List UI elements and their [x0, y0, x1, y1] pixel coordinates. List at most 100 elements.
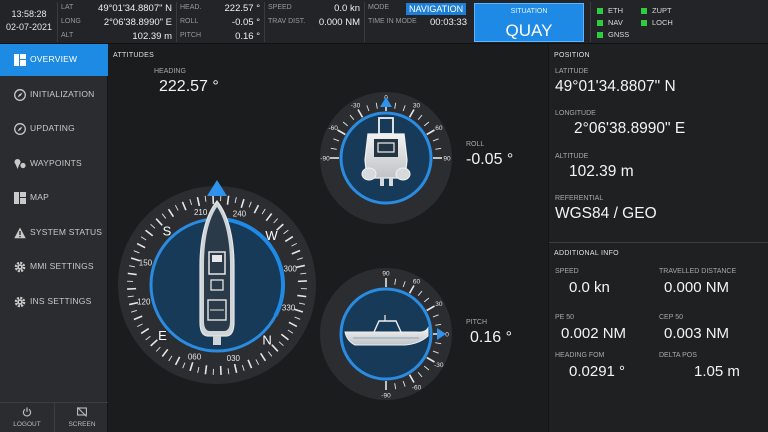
- mode-value: NAVIGATION: [406, 3, 467, 15]
- altitude-value: 102.39 m: [569, 163, 634, 180]
- alt-value: 102.39 m: [132, 31, 172, 42]
- logout-button[interactable]: LOGOUT: [0, 403, 54, 432]
- pitch-scale-label: -90: [381, 393, 391, 400]
- dashboard-icon: [14, 54, 26, 66]
- compass-number-label: 300: [284, 265, 298, 274]
- travelled-distance-value: 0.000 NM: [664, 279, 730, 296]
- info-panel: POSITION LATITUDE 49°01'34.8807" N LONGI…: [548, 44, 768, 432]
- roll-gauge: -90-60-300306090: [320, 92, 452, 224]
- speed-label: SPEED: [555, 268, 579, 275]
- divider: [549, 242, 768, 243]
- latitude-label: LATITUDE: [555, 68, 589, 75]
- head-label: HEAD.: [180, 4, 202, 11]
- roll-label: ROLL: [180, 18, 199, 25]
- trav-dist-value: 0.000 NM: [318, 17, 360, 28]
- status-led-icon: [597, 32, 603, 38]
- nav-label: UPDATING: [30, 123, 75, 133]
- status-led-icon: [597, 20, 603, 26]
- long-label: LONG: [61, 18, 81, 25]
- gear-icon: [14, 261, 26, 273]
- longitude-value: 2°06'38.8990" E: [574, 120, 686, 137]
- nav-label: SYSTEM STATUS: [30, 227, 103, 237]
- referential-value: WGS84 / GEO: [555, 205, 657, 222]
- additional-info-title: ADDITIONAL INFO: [554, 250, 619, 257]
- lat-value: 49°01'34.8807" N: [98, 3, 172, 14]
- power-icon: [22, 407, 32, 417]
- pitch-label: PITCH: [180, 32, 201, 39]
- nav-label: MAP: [30, 192, 50, 202]
- compass-cardinal-label: N: [262, 332, 271, 347]
- roll-scale-label: -90: [320, 156, 330, 163]
- status-bar: 13:58:28 02-07-2021 LAT 49°01'34.8807" N…: [0, 0, 768, 44]
- travelled-distance-label: TRAVELLED DISTANCE: [659, 268, 737, 275]
- cep50-label: CEP 50: [659, 314, 683, 321]
- divider: [57, 2, 58, 42]
- speed-value: 0.0 kn: [569, 279, 610, 296]
- mode-label: MODE: [368, 4, 389, 11]
- nav-label: MMI SETTINGS: [30, 261, 94, 271]
- altitude-label: ALTITUDE: [555, 153, 589, 160]
- pitch-scale-label: 60: [413, 279, 421, 286]
- alt-label: ALT: [61, 32, 74, 39]
- nav-item-ins-settings[interactable]: INS SETTINGS: [0, 286, 108, 318]
- roll-value: -0.05 °: [231, 17, 260, 28]
- nav-item-map[interactable]: MAP: [0, 182, 108, 214]
- map-icon: [14, 192, 26, 204]
- nav-item-overview[interactable]: OVERVIEW: [0, 44, 108, 76]
- compass-cardinal-label: S: [163, 224, 172, 239]
- screen-button[interactable]: SCREEN: [54, 403, 108, 432]
- indicator-eth: ETH: [597, 6, 623, 15]
- pe50-value: 0.002 NM: [561, 325, 627, 342]
- pitch-scale-label: -30: [434, 362, 444, 369]
- roll-scale-label: 60: [435, 125, 443, 132]
- divider: [590, 2, 591, 42]
- status-led-icon: [641, 8, 647, 14]
- time-in-mode-value: 00:03:33: [430, 17, 467, 28]
- lat-label: LAT: [61, 4, 74, 11]
- roll-scale-label: 90: [443, 156, 451, 163]
- time-in-mode-label: TIME IN MODE: [368, 18, 417, 25]
- nav-item-updating[interactable]: UPDATING: [0, 113, 108, 145]
- attitudes-panel: ATTITUDES HEADING 222.57 ° ROLL -0.05 ° …: [109, 44, 547, 432]
- pitch-scale-label: 90: [382, 271, 390, 278]
- delta-pos-value: 1.05 m: [694, 363, 740, 380]
- status-led-icon: [641, 20, 647, 26]
- nav-item-system-status[interactable]: SYSTEM STATUS: [0, 217, 108, 249]
- warning-icon: [14, 227, 26, 239]
- latitude-value: 49°01'34.8807" N: [555, 78, 676, 95]
- situation-label: SITUATION: [510, 8, 548, 15]
- speed-value: 0.0 kn: [334, 3, 360, 14]
- heading-fom-label: HEADING FOM: [555, 352, 605, 359]
- nav-label: INS SETTINGS: [30, 296, 92, 306]
- sidebar-footer: LOGOUT SCREEN: [0, 402, 108, 432]
- compass-number-label: 030: [227, 354, 241, 363]
- clock-date: 02-07-2021: [5, 22, 53, 32]
- head-value: 222.57 °: [224, 3, 261, 14]
- pitch-value: 0.16 °: [235, 31, 260, 42]
- cep50-value: 0.003 NM: [664, 325, 730, 342]
- referential-label: REFERENTIAL: [555, 195, 604, 202]
- roll-scale-label: -60: [328, 125, 338, 132]
- logout-label: LOGOUT: [13, 421, 41, 428]
- pe50-label: PE 50: [555, 314, 575, 321]
- indicator-zupt: ZUPT: [641, 6, 672, 15]
- compass-icon: [14, 123, 26, 135]
- nav-item-mmi-settings[interactable]: MMI SETTINGS: [0, 251, 108, 283]
- position-title: POSITION: [554, 52, 590, 59]
- status-led-icon: [597, 8, 603, 14]
- pitch-gauge: 90 60 30 0 -30 -60 -90: [320, 268, 452, 400]
- compass-number-label: 120: [137, 297, 151, 306]
- nav-label: WAYPOINTS: [30, 158, 82, 168]
- compass-number-label: 330: [282, 303, 296, 312]
- pitch-scale-label: 0: [445, 332, 449, 339]
- divider: [264, 2, 265, 42]
- compass-icon: [14, 89, 26, 101]
- nav-item-waypoints[interactable]: WAYPOINTS: [0, 148, 108, 180]
- situation-button[interactable]: SITUATION QUAY: [474, 3, 584, 42]
- nav-label: INITIALIZATION: [30, 89, 95, 99]
- heading-fom-value: 0.0291 °: [569, 363, 626, 380]
- screen-label: SCREEN: [68, 421, 96, 428]
- nav-item-initialization[interactable]: INITIALIZATION: [0, 79, 108, 111]
- roll-scale-label: -30: [351, 103, 361, 110]
- gear-icon: [14, 296, 26, 308]
